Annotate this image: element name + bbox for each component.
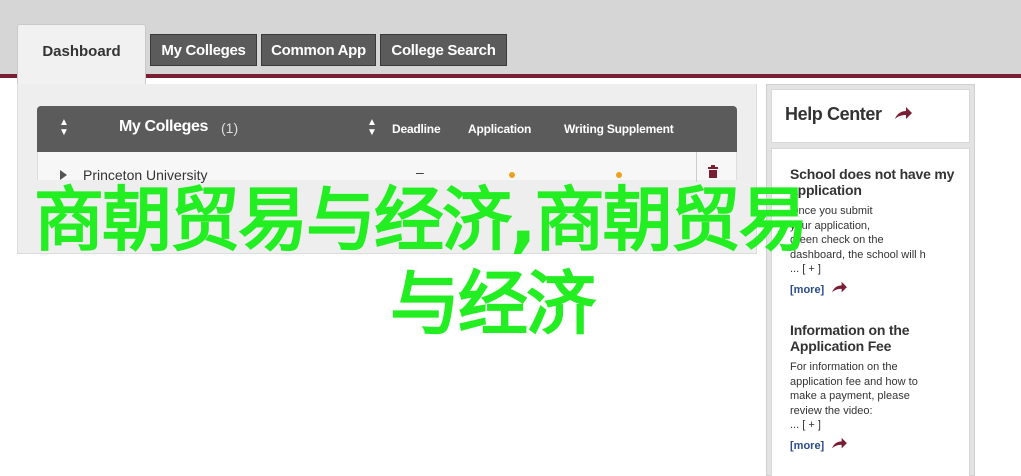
- column-deadline[interactable]: Deadline: [392, 122, 441, 136]
- college-name[interactable]: Princeton University: [83, 167, 208, 183]
- article-title[interactable]: School does not have my application: [790, 166, 960, 198]
- tab-dashboard[interactable]: Dashboard: [17, 24, 146, 84]
- more-link[interactable]: [more]: [790, 440, 824, 452]
- tab-common-app[interactable]: Common App: [261, 34, 376, 66]
- article-text: Once you submit your application, green …: [790, 205, 926, 275]
- article-title[interactable]: Information on the Application Fee: [790, 322, 960, 354]
- column-writing-supplement[interactable]: Writing Supplement: [564, 122, 674, 136]
- table-row[interactable]: Princeton University –: [37, 152, 737, 183]
- college-count: (1): [221, 120, 239, 136]
- nav-accent-line: [0, 74, 1021, 78]
- app-window: Dashboard My Colleges Common App College…: [0, 0, 1021, 476]
- tab-college-search[interactable]: College Search: [380, 34, 507, 66]
- remove-college-icon[interactable]: [706, 164, 720, 178]
- college-deadline: –: [416, 164, 424, 180]
- writing-status-icon: [616, 172, 622, 178]
- tab-my-colleges[interactable]: My Colleges: [150, 34, 257, 66]
- application-status-icon: [509, 172, 515, 178]
- column-application[interactable]: Application: [468, 122, 531, 136]
- arrow-right-icon[interactable]: [830, 437, 848, 451]
- more-link[interactable]: [more]: [790, 284, 824, 296]
- expand-caret-icon[interactable]: [60, 170, 67, 180]
- help-center-title[interactable]: Help Center: [785, 104, 882, 125]
- overlay-text-line: 与经济: [390, 263, 596, 345]
- deadline-sort-icon[interactable]: ▲ ▼: [367, 118, 377, 138]
- my-colleges-header: ▲ ▼ My Colleges (1) ▲ ▼ Deadline Applicati…: [37, 106, 737, 152]
- sort-icon[interactable]: ▲ ▼: [59, 118, 69, 138]
- row-divider: [696, 152, 697, 182]
- arrow-right-icon[interactable]: [893, 106, 913, 122]
- article-text: For information on the application fee a…: [790, 361, 918, 431]
- arrow-right-icon[interactable]: [830, 281, 848, 295]
- my-colleges-title: My Colleges: [119, 118, 208, 135]
